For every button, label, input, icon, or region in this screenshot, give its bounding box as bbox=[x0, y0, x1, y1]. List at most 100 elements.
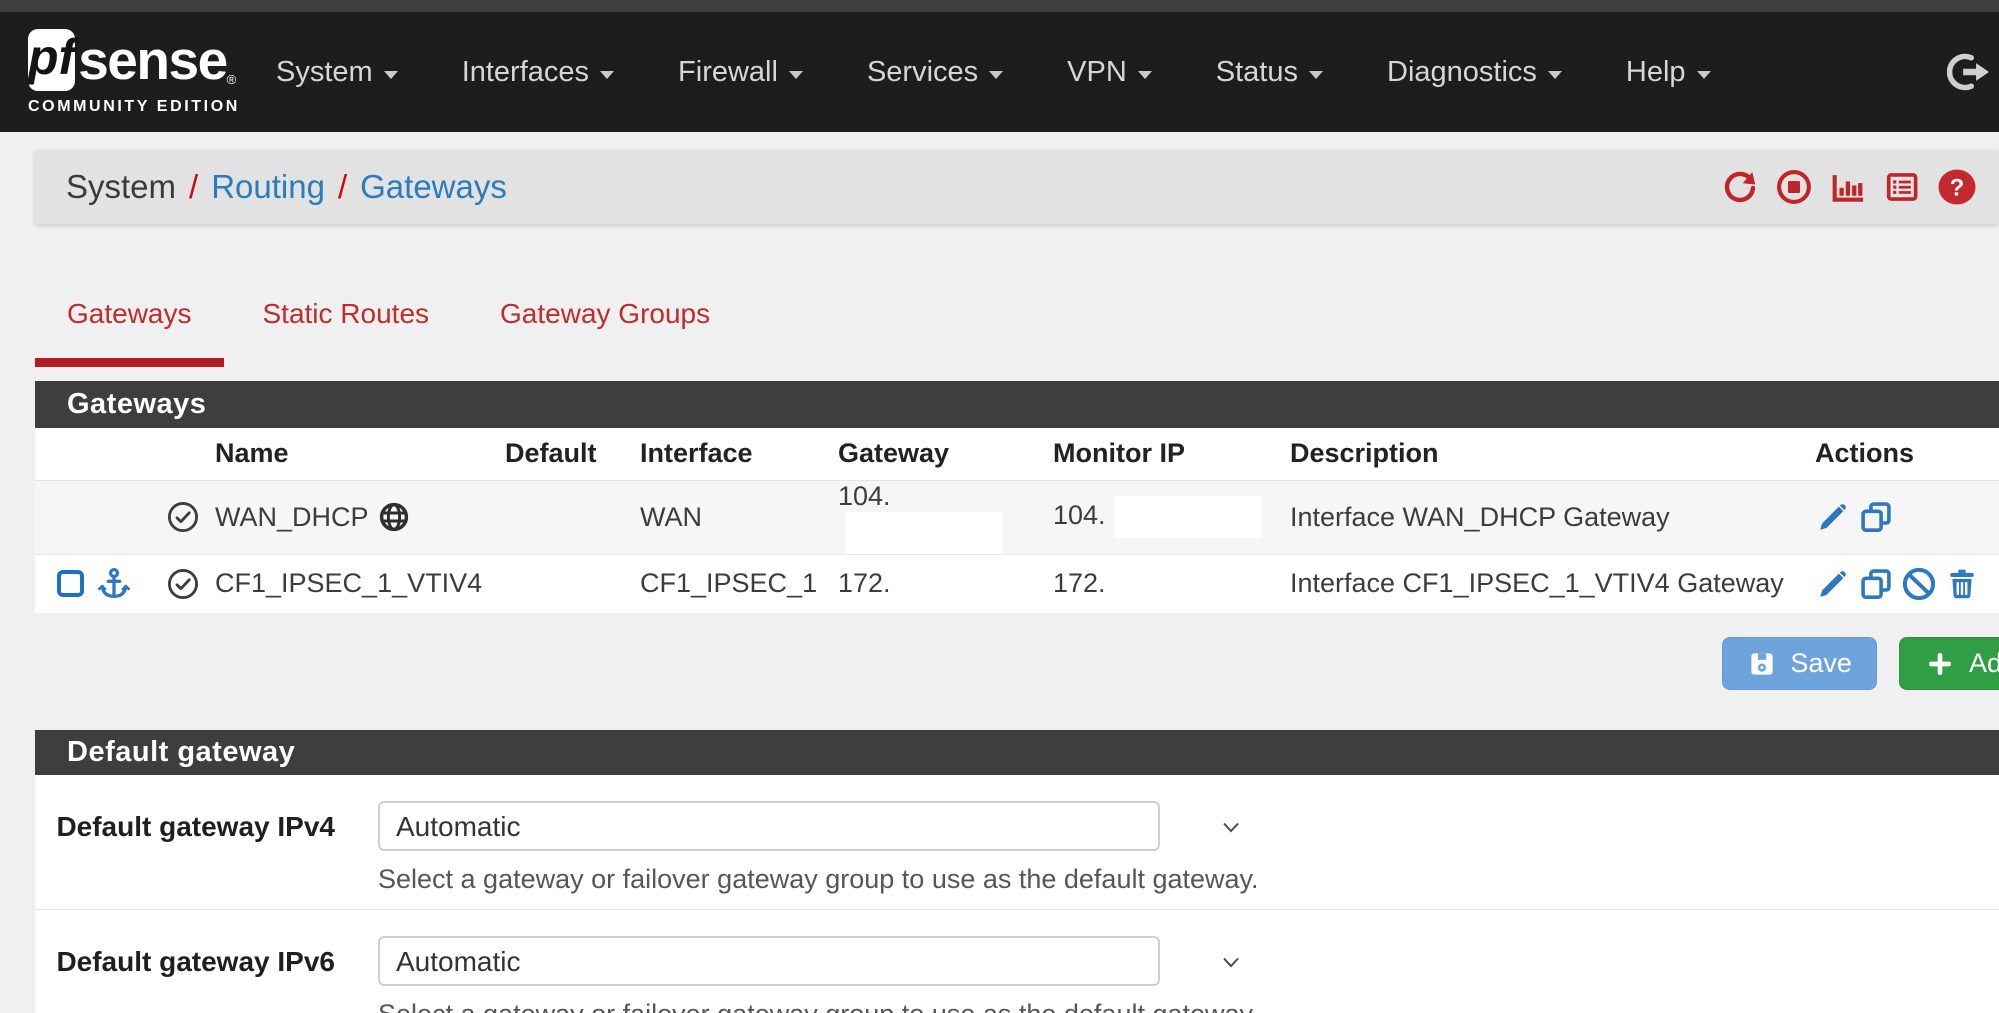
nav-item-label: Help bbox=[1626, 56, 1686, 89]
nav-item-interfaces[interactable]: Interfaces bbox=[462, 56, 614, 89]
actions-cell bbox=[1815, 480, 1999, 554]
breadcrumb-separator: / bbox=[189, 168, 198, 206]
nav-item-label: Services bbox=[867, 56, 978, 89]
col-select bbox=[35, 428, 150, 480]
select-cell bbox=[35, 554, 150, 613]
row-checkbox[interactable] bbox=[57, 570, 84, 597]
default-gateway-form: Default gateway IPv4 Automatic Select a … bbox=[35, 775, 1999, 1013]
default-cell bbox=[505, 480, 640, 554]
nav-item-help[interactable]: Help bbox=[1626, 56, 1711, 89]
table-row-cf1-ipsec: CF1_IPSEC_1_VTIV4 CF1_IPSEC_1 172. 172. … bbox=[35, 554, 1999, 613]
plus-icon bbox=[1926, 650, 1954, 678]
page-action-icons: ? bbox=[1721, 168, 1977, 206]
save-icon bbox=[1747, 649, 1777, 679]
chevron-down-icon bbox=[1138, 71, 1152, 79]
registered-mark: ® bbox=[227, 72, 237, 87]
breadcrumb-gateways-link[interactable]: Gateways bbox=[360, 168, 507, 206]
globe-icon bbox=[378, 501, 410, 533]
add-button-label: Add bbox=[1969, 648, 1999, 679]
copy-icon[interactable] bbox=[1858, 499, 1894, 535]
nav-item-label: Diagnostics bbox=[1387, 56, 1537, 89]
edit-icon[interactable] bbox=[1815, 566, 1851, 602]
col-actions: Actions bbox=[1815, 428, 1999, 480]
status-cell bbox=[150, 554, 215, 613]
form-row-ipv4: Default gateway IPv4 Automatic Select a … bbox=[35, 775, 1999, 909]
breadcrumb-system: System bbox=[66, 168, 176, 206]
delete-icon[interactable] bbox=[1944, 566, 1980, 602]
community-edition-label: COMMUNITY EDITION bbox=[28, 98, 228, 116]
monitor-ip-cell: 172. bbox=[1053, 554, 1290, 613]
default-gateway-ipv4-help: Select a gateway or failover gateway gro… bbox=[378, 864, 1259, 895]
check-circle-icon bbox=[166, 567, 200, 601]
default-gateway-ipv6-help: Select a gateway or failover gateway gro… bbox=[378, 999, 1259, 1013]
col-status bbox=[150, 428, 215, 480]
copy-icon[interactable] bbox=[1858, 566, 1894, 602]
add-button[interactable]: Add bbox=[1899, 637, 1999, 690]
redaction-box bbox=[846, 512, 1002, 554]
routing-tabs: Gateways Static Routes Gateway Groups bbox=[35, 298, 1999, 367]
chevron-down-icon bbox=[384, 71, 398, 79]
breadcrumb-bar: System / Routing / Gateways bbox=[35, 150, 1999, 224]
chevron-down-icon bbox=[989, 71, 1003, 79]
nav-item-diagnostics[interactable]: Diagnostics bbox=[1387, 56, 1562, 89]
bar-chart-icon[interactable] bbox=[1829, 168, 1867, 206]
chevron-down-icon bbox=[1548, 71, 1562, 79]
chevron-down-icon bbox=[1309, 71, 1323, 79]
nav-item-vpn[interactable]: VPN bbox=[1067, 56, 1152, 89]
actions-cell bbox=[1815, 554, 1999, 613]
default-gateway-ipv4-label: Default gateway IPv4 bbox=[35, 801, 335, 895]
default-gateway-panel-title: Default gateway bbox=[35, 730, 1999, 775]
breadcrumb: System / Routing / Gateways bbox=[66, 168, 507, 206]
description-cell: Interface WAN_DHCP Gateway bbox=[1290, 480, 1815, 554]
default-gateway-ipv4-control: Automatic Select a gateway or failover g… bbox=[378, 801, 1259, 895]
col-monitor-ip: Monitor IP bbox=[1053, 428, 1290, 480]
gateway-cell: 172. bbox=[838, 554, 1053, 613]
redo-icon[interactable] bbox=[1721, 168, 1759, 206]
default-gateway-ipv6-label: Default gateway IPv6 bbox=[35, 936, 335, 1013]
status-cell bbox=[150, 480, 215, 554]
breadcrumb-routing-link[interactable]: Routing bbox=[211, 168, 325, 206]
sign-out-icon[interactable] bbox=[1947, 52, 1989, 92]
interface-cell: WAN bbox=[640, 480, 838, 554]
gateway-cell: 104. bbox=[838, 480, 1053, 554]
description-cell: Interface CF1_IPSEC_1_VTIV4 Gateway bbox=[1290, 554, 1815, 613]
select-cell bbox=[35, 480, 150, 554]
default-gateway-ipv4-select[interactable]: Automatic bbox=[378, 801, 1160, 851]
name-cell: WAN_DHCP bbox=[215, 480, 505, 554]
col-description: Description bbox=[1290, 428, 1815, 480]
chevron-down-icon bbox=[1697, 71, 1711, 79]
nav-item-label: VPN bbox=[1067, 56, 1127, 89]
nav-item-label: Interfaces bbox=[462, 56, 589, 89]
stop-icon[interactable] bbox=[1775, 168, 1813, 206]
monitor-ip-prefix: 104. bbox=[1053, 500, 1106, 530]
gateways-table: Name Default Interface Gateway Monitor I… bbox=[35, 428, 1999, 613]
help-icon[interactable]: ? bbox=[1937, 168, 1977, 206]
form-row-ipv6: Default gateway IPv6 Automatic Select a … bbox=[35, 909, 1999, 1013]
tab-static-routes[interactable]: Static Routes bbox=[231, 298, 462, 367]
nav-menu: System Interfaces Firewall Services VPN … bbox=[276, 56, 1947, 89]
chevron-down-icon bbox=[789, 71, 803, 79]
nav-item-services[interactable]: Services bbox=[867, 56, 1003, 89]
nav-item-label: Firewall bbox=[678, 56, 778, 89]
list-icon[interactable] bbox=[1883, 168, 1921, 206]
anchor-icon[interactable] bbox=[96, 566, 132, 602]
gateways-panel: Gateways Name Default Interface Gateway … bbox=[35, 381, 1999, 613]
disable-icon[interactable] bbox=[1901, 566, 1937, 602]
col-gateway: Gateway bbox=[838, 428, 1053, 480]
default-gateway-ipv6-select[interactable]: Automatic bbox=[378, 936, 1160, 986]
check-circle-icon bbox=[166, 500, 200, 534]
edit-icon[interactable] bbox=[1815, 499, 1851, 535]
pfsense-logo[interactable]: pf sense ® COMMUNITY EDITION bbox=[28, 29, 228, 116]
nav-item-firewall[interactable]: Firewall bbox=[678, 56, 803, 89]
nav-item-status[interactable]: Status bbox=[1216, 56, 1323, 89]
tab-gateway-groups[interactable]: Gateway Groups bbox=[468, 298, 742, 367]
tab-gateways[interactable]: Gateways bbox=[35, 298, 224, 367]
interface-cell: CF1_IPSEC_1 bbox=[640, 554, 838, 613]
gateway-name: WAN_DHCP bbox=[215, 502, 369, 533]
chevron-down-icon bbox=[1219, 950, 1243, 974]
chevron-down-icon bbox=[1219, 815, 1243, 839]
save-button[interactable]: Save bbox=[1722, 637, 1877, 690]
table-toolbar: Save Add bbox=[0, 637, 1999, 690]
pf-logo-box: pf bbox=[28, 29, 75, 91]
nav-item-system[interactable]: System bbox=[276, 56, 398, 89]
